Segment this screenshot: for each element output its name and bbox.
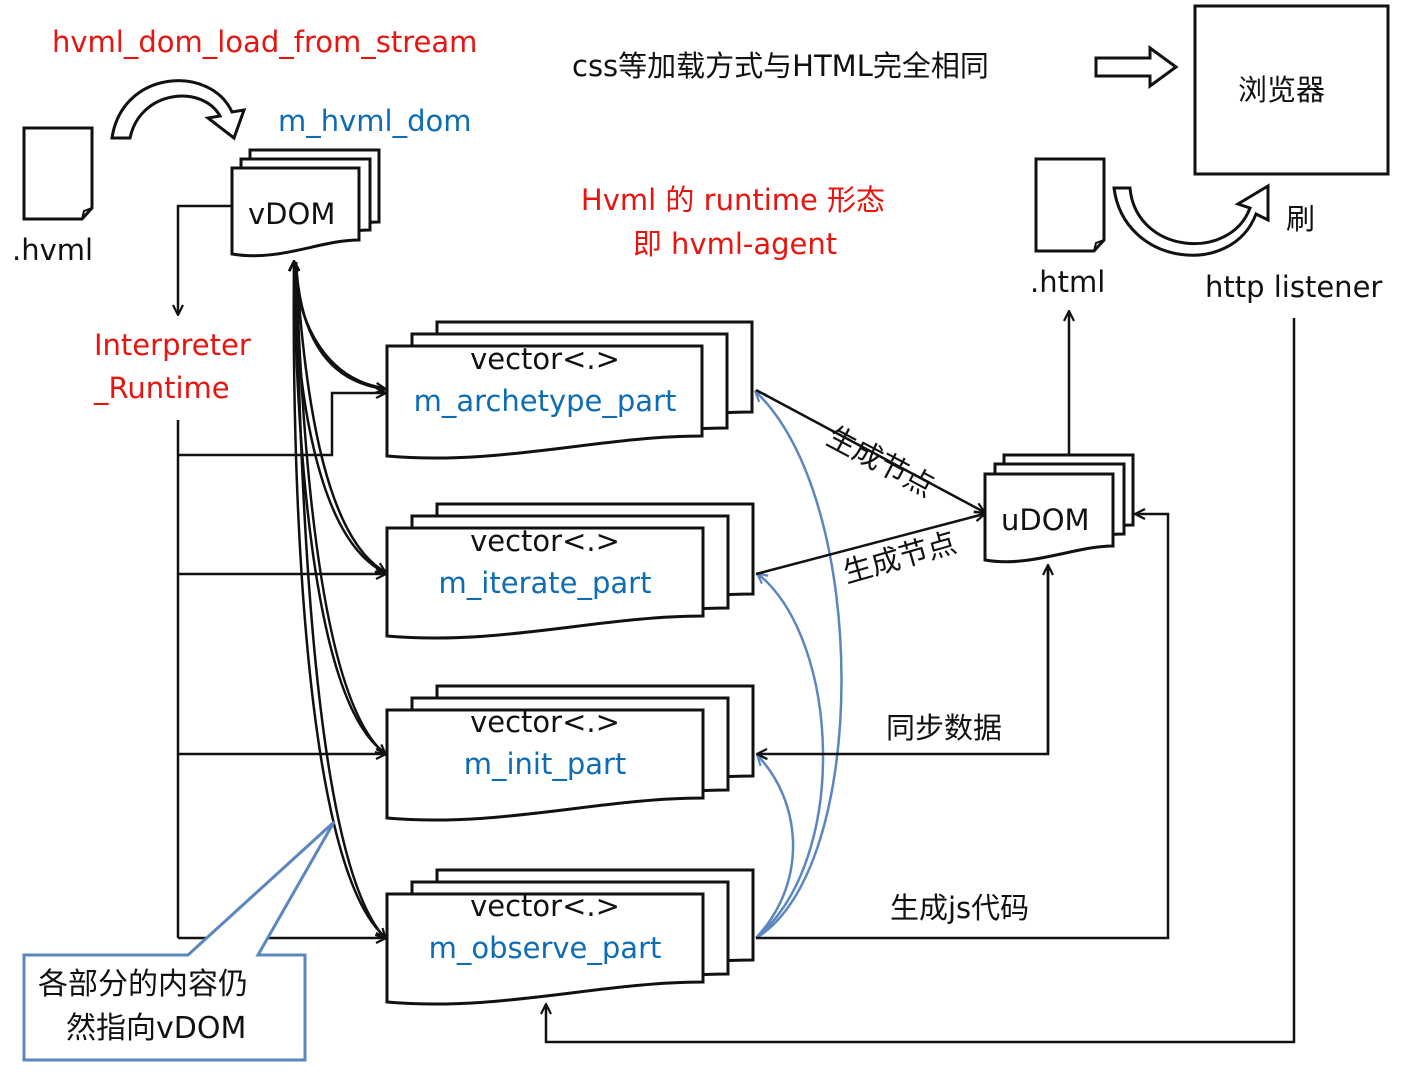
part-archetype-name-label: m_archetype_part bbox=[413, 384, 677, 418]
callout-text-line2: 然指向vDOM bbox=[66, 1011, 247, 1046]
runtime-label-line1: Hvml 的 runtime 形态 bbox=[580, 183, 886, 217]
part-init-type-label: vector<.> bbox=[470, 705, 620, 739]
html-file-label: .html bbox=[1030, 265, 1106, 299]
gen-js-label: 生成js代码 bbox=[890, 891, 1030, 925]
html-file-icon bbox=[1034, 157, 1106, 253]
runtime-label-line2: 即 hvml-agent bbox=[632, 227, 838, 261]
m-hvml-dom-label: m_hvml_dom bbox=[278, 104, 472, 138]
sync-data-label: 同步数据 bbox=[886, 711, 1003, 745]
load-from-stream-label: hvml_dom_load_from_stream bbox=[52, 25, 478, 59]
hollow-right-arrow-icon bbox=[1094, 45, 1179, 89]
callout-text-line1: 各部分的内容仍 bbox=[38, 967, 248, 1002]
css-note-label: css等加载方式与HTML完全相同 bbox=[572, 49, 989, 83]
part-observe-type-label: vector<.> bbox=[470, 889, 620, 923]
part-archetype-type-label: vector<.> bbox=[470, 342, 620, 376]
interpreter-branch-arrows bbox=[176, 393, 385, 938]
load-curved-arrow-icon bbox=[110, 79, 247, 141]
hvml-file-icon bbox=[22, 126, 94, 221]
interpreter-label-line1: Interpreter bbox=[94, 328, 251, 362]
vdom-label: vDOM bbox=[248, 197, 336, 231]
diagram-canvas bbox=[22, 4, 1390, 1062]
http-listener-label: http listener bbox=[1205, 270, 1383, 304]
refresh-curved-arrow-icon bbox=[1112, 183, 1270, 257]
part-init-name-label: m_init_part bbox=[463, 747, 627, 781]
vdom-to-parts-arrows bbox=[294, 261, 385, 938]
observe-blue-curves bbox=[756, 392, 843, 940]
part-iterate-type-label: vector<.> bbox=[470, 524, 620, 558]
part-observe-name-label: m_observe_part bbox=[428, 931, 662, 965]
part-iterate-name-label: m_iterate_part bbox=[438, 566, 652, 600]
interpreter-label-line2: _Runtime bbox=[94, 371, 230, 405]
parts-to-vdom-arrows bbox=[294, 262, 385, 937]
browser-label: 浏览器 bbox=[1238, 73, 1326, 107]
udom-label: uDOM bbox=[1001, 503, 1090, 537]
refresh-label: 刷 bbox=[1286, 202, 1316, 236]
hvml-file-label: .hvml bbox=[12, 233, 94, 267]
vdom-to-interpreter-arrow bbox=[178, 204, 232, 314]
